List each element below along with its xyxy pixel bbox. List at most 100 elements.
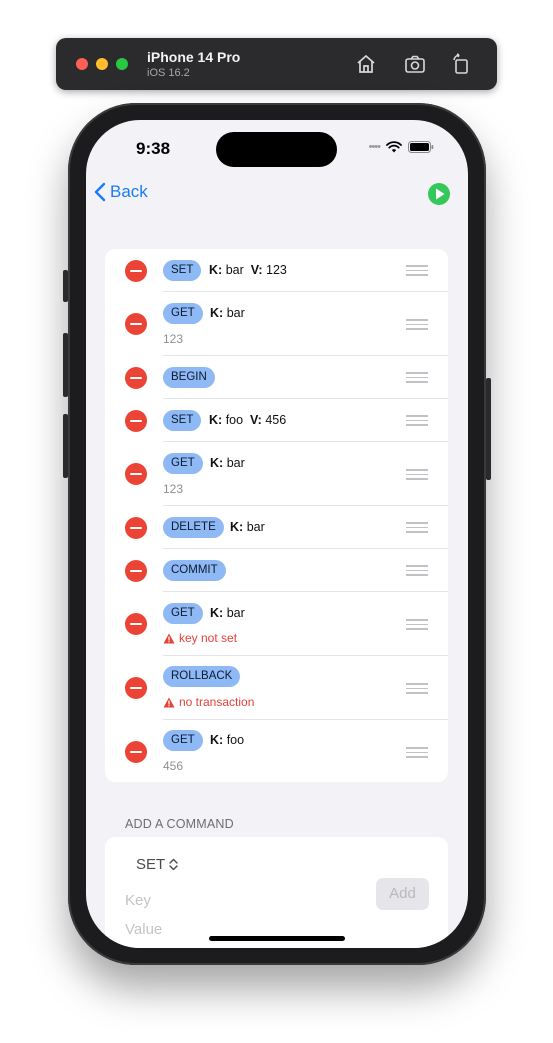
command-pill: DELETE xyxy=(163,517,224,538)
delete-command-button[interactable] xyxy=(125,463,147,485)
value-value: 123 xyxy=(266,263,287,277)
minimize-window-button[interactable] xyxy=(96,58,108,70)
command-pill: GET xyxy=(163,730,203,751)
command-pill: COMMIT xyxy=(163,560,226,581)
list-item: BEGIN xyxy=(105,356,448,399)
command-args: K: foo xyxy=(210,733,244,747)
key-label: K: xyxy=(210,606,224,620)
reorder-handle-icon[interactable] xyxy=(406,372,428,383)
reorder-handle-icon[interactable] xyxy=(406,565,428,576)
delete-command-button[interactable] xyxy=(125,560,147,582)
key-value: bar xyxy=(246,520,265,534)
value-label: V: xyxy=(250,263,263,277)
delete-command-button[interactable] xyxy=(125,367,147,389)
screenshot-icon[interactable] xyxy=(403,52,427,76)
warning-icon xyxy=(163,697,175,707)
key-value: bar xyxy=(226,456,245,470)
command-picker[interactable]: SET xyxy=(136,856,178,873)
back-button[interactable]: Back xyxy=(94,182,148,202)
delete-command-button[interactable] xyxy=(125,313,147,335)
wifi-icon xyxy=(386,141,402,153)
power-button xyxy=(486,378,491,480)
command-list: SET K: bar V: 123 GET K: bar 123 BEGIN S… xyxy=(105,249,448,782)
status-time: 9:38 xyxy=(136,139,171,158)
key-label: K: xyxy=(209,413,223,427)
picker-value: SET xyxy=(136,856,166,873)
key-value: foo xyxy=(226,733,245,747)
list-item: GET K: bar 123 xyxy=(105,442,448,506)
reorder-handle-icon[interactable] xyxy=(406,522,428,533)
key-label: K: xyxy=(230,520,244,534)
home-indicator xyxy=(209,936,345,941)
list-item: COMMIT xyxy=(105,549,448,592)
command-result: 456 xyxy=(163,759,184,773)
key-value: bar xyxy=(225,263,244,277)
reorder-handle-icon[interactable] xyxy=(406,469,428,480)
reorder-handle-icon[interactable] xyxy=(406,683,428,694)
rotate-icon[interactable] xyxy=(449,52,473,76)
cellular-icon: •••• xyxy=(368,141,381,153)
list-item: DELETE K: bar xyxy=(105,506,448,549)
reorder-handle-icon[interactable] xyxy=(406,415,428,426)
delete-command-button[interactable] xyxy=(125,410,147,432)
command-result: 123 xyxy=(163,482,184,496)
home-icon[interactable] xyxy=(354,52,378,76)
list-item: GET K: foo 456 xyxy=(105,720,448,782)
back-label: Back xyxy=(110,182,148,201)
list-item: SET K: bar V: 123 xyxy=(105,249,448,292)
run-button[interactable] xyxy=(428,183,450,205)
command-pill: ROLLBACK xyxy=(163,666,241,687)
close-window-button[interactable] xyxy=(76,58,88,70)
chevron-up-down-icon xyxy=(169,858,178,871)
reorder-handle-icon[interactable] xyxy=(406,619,428,630)
error-text: no transaction xyxy=(179,695,255,709)
command-args: K: bar xyxy=(210,456,245,470)
value-value: 456 xyxy=(265,413,287,427)
action-button xyxy=(63,270,68,302)
error-text: key not set xyxy=(179,631,238,645)
reorder-handle-icon[interactable] xyxy=(406,747,428,758)
command-result: 123 xyxy=(163,332,184,346)
phone-screen: 9:38 •••• Back SET K: bar V: 123 GET K: … xyxy=(86,120,468,948)
delete-command-button[interactable] xyxy=(125,741,147,763)
command-args: K: bar V: 123 xyxy=(209,263,287,277)
status-icons: •••• xyxy=(369,141,434,153)
delete-command-button[interactable] xyxy=(125,613,147,635)
key-label: K: xyxy=(209,263,223,277)
list-item: GET K: bar key not set xyxy=(105,592,448,656)
dynamic-island xyxy=(216,132,337,167)
value-input[interactable]: Value xyxy=(125,921,162,938)
delete-command-button[interactable] xyxy=(125,677,147,699)
simulator-title-bar: iPhone 14 Pro iOS 16.2 xyxy=(56,38,497,90)
list-item: SET K: foo V: 456 xyxy=(105,399,448,442)
volume-down-button xyxy=(63,414,68,478)
command-pill: GET xyxy=(163,603,203,624)
reorder-handle-icon[interactable] xyxy=(406,319,428,330)
command-pill: GET xyxy=(163,303,203,324)
add-command-header: ADD A COMMAND xyxy=(125,817,234,831)
list-item: GET K: bar 123 xyxy=(105,292,448,356)
key-label: K: xyxy=(210,733,224,747)
zoom-window-button[interactable] xyxy=(116,58,128,70)
key-value: bar xyxy=(226,606,245,620)
command-pill: SET xyxy=(163,410,202,431)
warning-icon xyxy=(163,633,175,643)
key-value: foo xyxy=(225,413,244,427)
key-input[interactable]: Key xyxy=(125,892,151,909)
add-button[interactable]: Add xyxy=(376,878,429,910)
command-args: K: bar xyxy=(210,306,245,320)
reorder-handle-icon[interactable] xyxy=(406,265,428,276)
volume-up-button xyxy=(63,333,68,397)
command-args: K: bar xyxy=(230,520,265,534)
command-pill: GET xyxy=(163,453,203,474)
delete-command-button[interactable] xyxy=(125,260,147,282)
battery-icon xyxy=(408,141,434,153)
command-error: key not set xyxy=(163,631,237,645)
command-args: K: foo V: 456 xyxy=(209,413,286,427)
command-args: K: bar xyxy=(210,606,245,620)
command-pill: BEGIN xyxy=(163,367,215,388)
delete-command-button[interactable] xyxy=(125,517,147,539)
key-label: K: xyxy=(210,306,224,320)
key-label: K: xyxy=(210,456,224,470)
list-item: ROLLBACK no transaction xyxy=(105,656,448,720)
